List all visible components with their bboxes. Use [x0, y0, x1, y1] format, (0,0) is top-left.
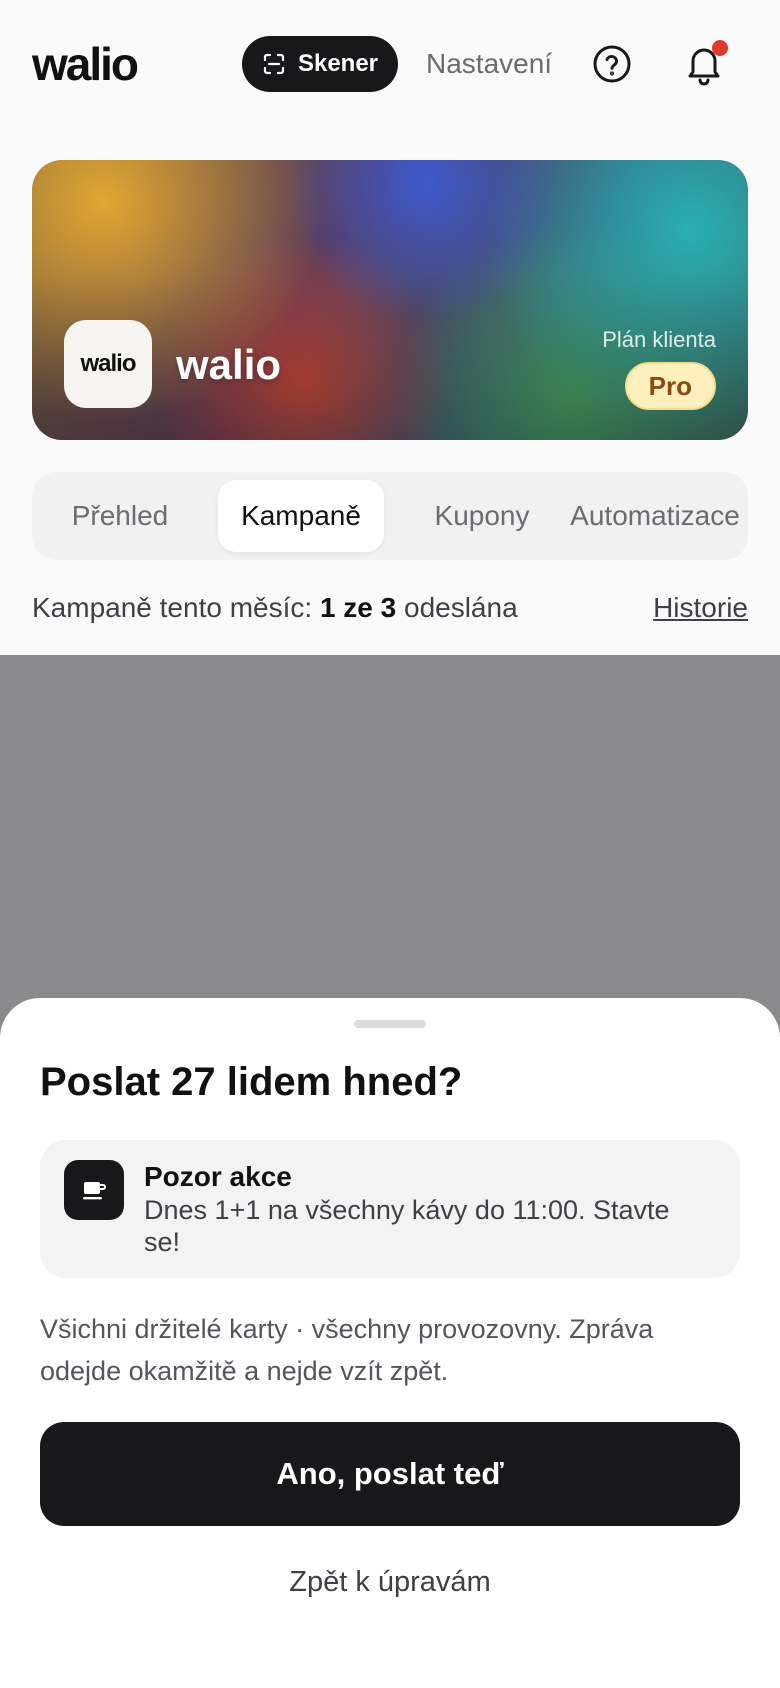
notification-dot [712, 40, 728, 56]
settings-link[interactable]: Nastavení [426, 46, 552, 82]
message-preview-card: Pozor akce Dnes 1+1 na všechny kávy do 1… [40, 1140, 740, 1278]
scan-icon [263, 53, 285, 75]
coffee-cup-icon [64, 1160, 124, 1220]
confirm-send-sheet: Poslat 27 lidem hned? Pozor akce Dnes 1+… [0, 998, 780, 1688]
page: walio Skener Nastavení walio walio Plán … [0, 0, 780, 1688]
app-header: walio Skener Nastavení [0, 0, 780, 130]
tab-prehled[interactable]: Přehled [40, 480, 200, 552]
tab-kampane[interactable]: Kampaně [218, 480, 384, 552]
business-hero-card: walio walio Plán klienta Pro [32, 160, 748, 440]
sheet-title: Poslat 27 lidem hned? [40, 1060, 463, 1104]
help-circle-icon[interactable] [592, 44, 632, 84]
plan-label: Plán klienta [602, 327, 716, 352]
quota-suffix: odeslána [396, 592, 518, 623]
tab-automatizace[interactable]: Automatizace [566, 480, 744, 552]
send-description: Všichni držitelé karty · všechny provozo… [40, 1314, 654, 1386]
quota-count: 1 ze 3 [319, 592, 397, 623]
section-tabs: Přehled Kampaně Kupony Automatizace [32, 472, 748, 560]
business-name: walio [176, 341, 282, 388]
app-logo[interactable]: walio [32, 36, 139, 92]
history-link[interactable]: Historie [653, 590, 748, 626]
business-logo-badge: walio [64, 320, 152, 408]
plan-badge: Pro [624, 362, 716, 410]
message-title: Pozor akce [144, 1161, 292, 1192]
back-to-edit-button[interactable]: Zpět k úpravám [40, 1562, 740, 1602]
quota-prefix: Kampaně tento měsíc: [32, 592, 320, 623]
confirm-send-button[interactable]: Ano, poslat teď [40, 1422, 740, 1526]
message-body: Dnes 1+1 na všechny kávy do 11:00. Stavt… [144, 1195, 670, 1257]
campaign-quota: Kampaně tento měsíc: 1 ze 3 odeslána [32, 590, 518, 626]
tab-kupony[interactable]: Kupony [402, 480, 562, 552]
scanner-label: Skener [297, 50, 379, 77]
sheet-grabber[interactable] [354, 1020, 426, 1028]
scanner-button[interactable]: Skener [242, 36, 398, 92]
